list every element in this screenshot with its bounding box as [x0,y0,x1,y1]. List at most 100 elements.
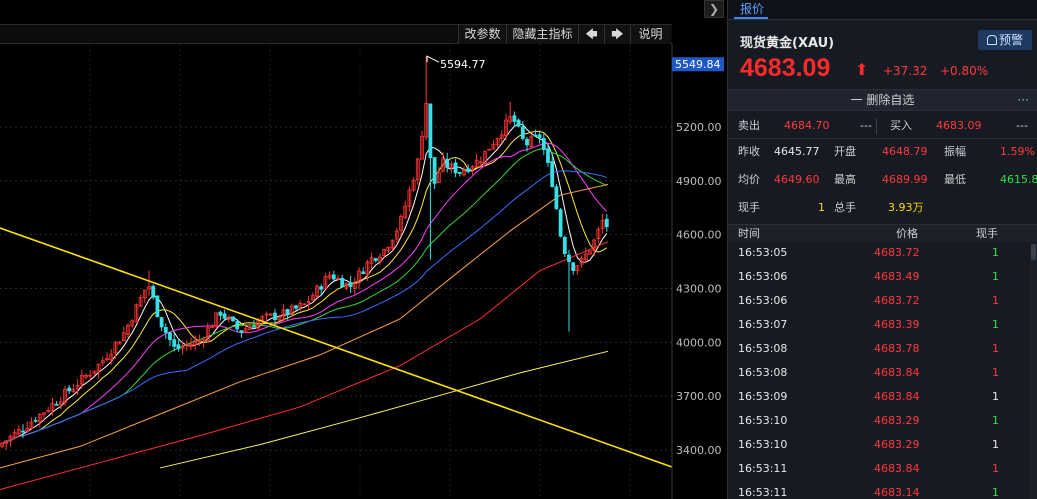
trade-time: 16:53:10 [738,414,788,427]
candle-body [33,419,38,422]
stat-value: 4649.60 [774,173,820,186]
y-axis-tick-label: 5200.00 [676,121,722,134]
candle-body [285,309,290,316]
trade-time: 16:53:11 [738,486,788,499]
high-marker [426,55,440,63]
trade-row: 16:53:06 4683.72 1 [728,289,1028,313]
candle-body [331,274,336,280]
help-button[interactable]: 说明 [630,25,670,44]
candle-body [546,148,550,163]
trade-volume: 1 [992,486,999,499]
trade-row: 16:53:09 4683.84 1 [728,385,1028,409]
divider [728,138,1037,139]
stats-row: 均价 4649.60 最高 4689.99 最低 4615.89 [728,168,1037,192]
more-icon[interactable]: ··· [1018,90,1029,111]
ma30-line [1,148,608,444]
kline-chart-area[interactable]: ❯ 改参数 隐藏主指标 🡄 🡆 说明 5594.77 5200.00 4900.0… [0,0,727,499]
sell-label: 卖出 [738,119,760,132]
buy-price: 4683.09 [936,119,982,132]
trade-row: 16:53:07 4683.39 1 [728,313,1028,337]
trade-row: 16:53:10 4683.29 1 [728,433,1028,457]
stat-value: 4648.79 [882,145,928,158]
stat-value: 4689.99 [882,173,928,186]
trade-price: 4683.14 [874,486,920,499]
candle-body [235,321,240,330]
candle-body [231,316,235,322]
collapse-panel-button[interactable]: ❯ [704,0,724,18]
candle-body [453,162,458,174]
trade-row: 16:53:08 4683.84 1 [728,361,1028,385]
price-chart[interactable]: 5594.77 5200.00 4900.00 4600.00 4300.00 4000… [0,44,727,499]
trade-volume: 1 [992,342,999,355]
buy-label: 买入 [890,119,912,132]
trade-row: 16:53:10 4683.29 1 [728,409,1028,433]
stat-label: 振幅 [944,145,966,158]
candle-body [361,271,366,275]
edit-params-button[interactable]: 改参数 [458,25,506,44]
price-axis: 5200.00 4900.00 4600.00 4300.00 4000.00 3700.… [671,44,724,499]
stat-value: 1.59% [1000,145,1035,158]
stat-value: 3.93万 [888,201,924,214]
candle-body [348,282,353,287]
candle-body [151,285,156,298]
stats-row: 昨收 4645.77 开盘 4648.79 振幅 1.59% [728,140,1037,164]
candle-body [340,277,345,288]
candle-body [21,430,25,433]
trade-price: 4683.39 [874,318,920,331]
trade-volume: 1 [992,270,999,283]
trade-list-scrollbar[interactable] [1030,243,1037,499]
price-change: +37.32 [883,64,928,78]
moving-average-lines [0,123,609,490]
y-axis-tick-label: 4000.00 [676,336,722,349]
trendline [0,227,673,468]
stat-value: 4645.77 [774,145,820,158]
trade-volume: 1 [992,390,999,403]
up-arrow-icon: ⬆ [855,60,869,79]
trade-list[interactable]: 16:53:05 4683.72 1 16:53:06 4683.49 1 16:53:06… [728,243,1037,499]
scroll-right-button[interactable]: 🡆 [604,25,630,44]
trade-price: 4683.29 [874,414,920,427]
trade-price: 4683.72 [874,294,920,307]
ma5-line [1,123,608,444]
bid-ask-row: 卖出 4684.70 --- 买入 4683.09 --- [728,114,1037,138]
alert-button[interactable]: 预警 [978,30,1032,50]
candle-body [558,209,563,237]
candle-body [222,313,227,319]
candle-body [172,339,177,347]
trade-time: 16:53:09 [738,390,788,403]
trade-time: 16:53:05 [738,246,788,259]
candle-body [252,325,256,328]
candle-body [550,161,555,187]
scroll-left-button[interactable]: 🡄 [578,25,604,44]
trade-time: 16:53:06 [738,294,788,307]
trade-row: 16:53:11 4683.84 1 [728,457,1028,481]
stats-row: 现手 1 总手 3.93万 [728,196,1037,220]
y-axis-tick-label: 4600.00 [676,229,722,242]
candlesticks [0,56,609,450]
col-price: 价格 [896,227,918,240]
stat-label: 现手 [738,201,760,214]
bid-ask-divider [876,118,877,134]
trade-price: 4683.49 [874,270,920,283]
remove-favorite-button[interactable]: 一 删除自选 ··· [728,89,1037,111]
candle-body [604,218,609,228]
candle-body [487,148,492,151]
stat-label: 最低 [944,173,966,186]
candle-body [218,311,223,316]
candle-body [54,403,59,406]
hide-main-indicator-button[interactable]: 隐藏主指标 [506,25,578,44]
stat-label: 均价 [738,173,760,186]
tab-active-indicator [734,17,768,19]
trade-time: 16:53:06 [738,270,788,283]
candle-body [168,332,172,341]
sell-volume: --- [860,119,872,132]
candle-body [373,258,378,261]
scrollbar-thumb[interactable] [1031,244,1036,260]
candle-body [541,138,546,150]
buy-volume: --- [1016,119,1028,132]
trade-time: 16:53:10 [738,438,788,451]
candle-body [512,115,517,122]
trade-time: 16:53:08 [738,342,788,355]
trade-volume: 1 [992,366,999,379]
trade-price: 4683.29 [874,438,920,451]
